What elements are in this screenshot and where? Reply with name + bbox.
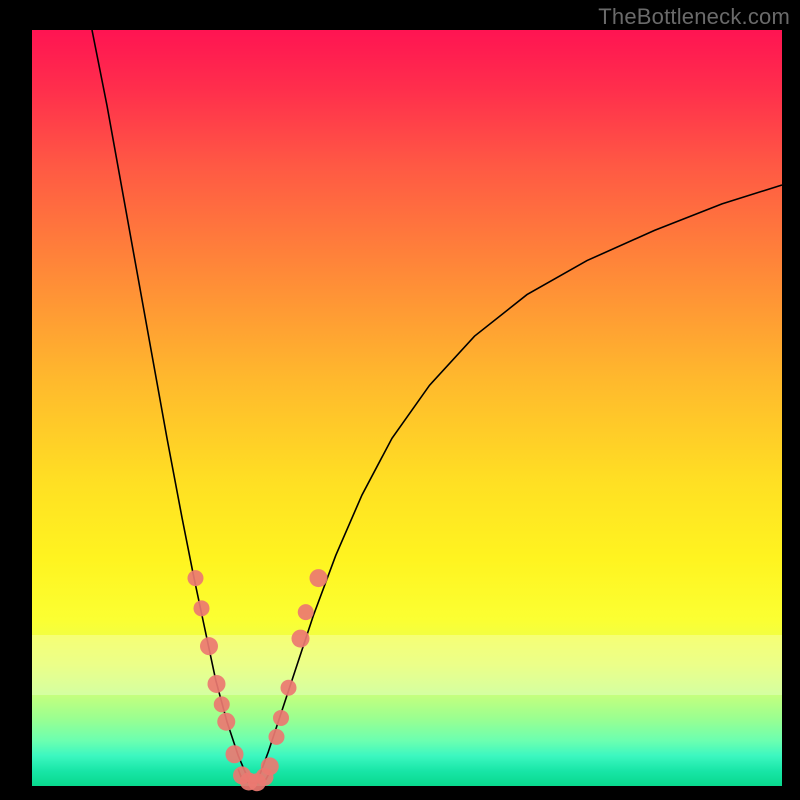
data-point	[269, 729, 285, 745]
watermark-text: TheBottleneck.com	[598, 4, 790, 30]
data-point	[261, 757, 279, 775]
data-point	[281, 680, 297, 696]
data-point	[273, 710, 289, 726]
chart-stage: TheBottleneck.com	[0, 0, 800, 800]
curve-right-arm	[257, 185, 782, 782]
data-point	[188, 570, 204, 586]
points-group	[188, 569, 328, 791]
data-point	[310, 569, 328, 587]
data-point	[298, 604, 314, 620]
data-point	[217, 713, 235, 731]
curve-layer	[32, 30, 782, 786]
data-point	[292, 630, 310, 648]
data-point	[194, 600, 210, 616]
curve-left-arm	[92, 30, 250, 782]
data-point	[226, 745, 244, 763]
data-point	[200, 637, 218, 655]
data-point	[214, 696, 230, 712]
data-point	[208, 675, 226, 693]
